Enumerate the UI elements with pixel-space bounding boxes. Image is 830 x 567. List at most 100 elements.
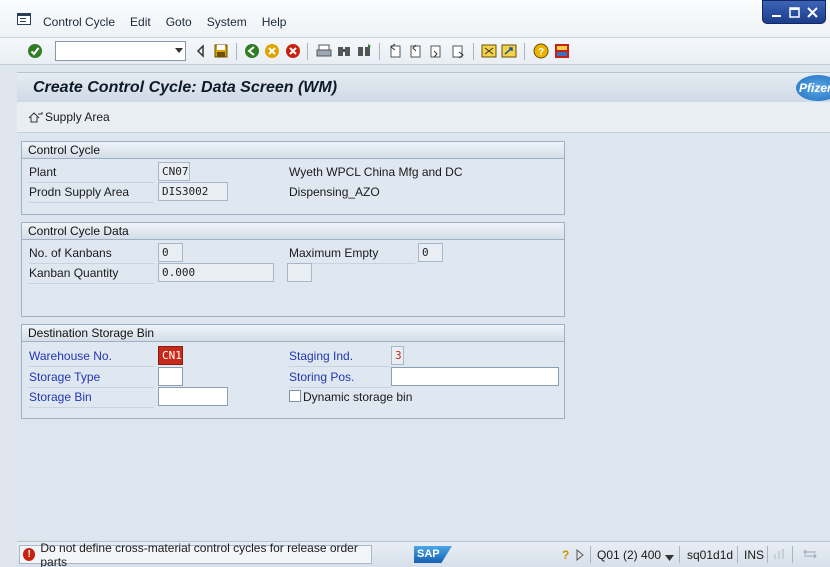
- window-controls: [762, 0, 826, 24]
- status-separator: [679, 546, 680, 563]
- create-session-icon[interactable]: [481, 43, 497, 59]
- sap-logo: SAP: [414, 546, 452, 563]
- label-underline: [289, 387, 391, 388]
- status-separator: [792, 546, 793, 563]
- label-underline: [29, 263, 154, 264]
- main-content: Control Cycle Plant CN07 Wyeth WPCL Chin…: [17, 133, 830, 541]
- standard-toolbar: ?: [0, 38, 830, 65]
- last-page-icon[interactable]: [450, 43, 466, 59]
- shortcut-icon[interactable]: [501, 43, 517, 59]
- label-underline: [29, 283, 154, 284]
- label-underline: [29, 202, 154, 203]
- menu-system[interactable]: System: [207, 15, 247, 29]
- save-icon[interactable]: [213, 43, 229, 59]
- toolbar-separator: [379, 43, 380, 60]
- status-message-box[interactable]: ! Do not define cross-material control c…: [19, 541, 372, 567]
- close-icon[interactable]: [805, 5, 820, 20]
- control-cycle-data-header: Control Cycle Data: [22, 223, 564, 240]
- max-empty-field[interactable]: 0: [418, 243, 443, 262]
- menu-help[interactable]: Help: [262, 15, 287, 29]
- help-icon[interactable]: ?: [533, 43, 549, 59]
- toolbar-separator: [524, 43, 525, 60]
- warehouse-no-field[interactable]: CN1: [158, 346, 183, 365]
- status-bar: ! Do not define cross-material control c…: [17, 541, 830, 567]
- storage-type-field[interactable]: [158, 367, 183, 386]
- customize-layout-icon[interactable]: [554, 43, 570, 59]
- plant-field[interactable]: CN07: [158, 162, 190, 181]
- chevron-down-icon[interactable]: [175, 48, 183, 53]
- dynamic-storage-bin-label: Dynamic storage bin: [303, 390, 413, 404]
- kanban-qty-label: Kanban Quantity: [29, 266, 119, 280]
- back-icon[interactable]: [193, 43, 209, 59]
- enter-icon[interactable]: [27, 43, 43, 59]
- destination-storage-bin-header: Destination Storage Bin: [22, 325, 564, 342]
- toolbar-separator: [307, 43, 308, 60]
- plant-description: Wyeth WPCL China Mfg and DC: [289, 165, 463, 179]
- label-underline: [29, 182, 154, 183]
- supply-area-label: Supply Area: [45, 110, 110, 124]
- menu-edit[interactable]: Edit: [130, 15, 151, 29]
- svg-text:?: ?: [538, 47, 544, 58]
- storing-pos-label: Storing Pos.: [289, 370, 355, 384]
- status-separator: [737, 546, 738, 563]
- menu-bar: Control Cycle Edit Goto System Help: [0, 0, 830, 38]
- page-title: Create Control Cycle: Data Screen (WM): [33, 79, 338, 96]
- cancel-icon[interactable]: [285, 43, 301, 59]
- status-message: Do not define cross-material control cyc…: [40, 540, 358, 567]
- num-kanbans-label: No. of Kanbans: [29, 246, 112, 260]
- control-cycle-data-group: Control Cycle Data No. of Kanbans 0 Maxi…: [21, 222, 565, 317]
- find-next-icon[interactable]: [356, 43, 372, 59]
- error-icon: !: [23, 548, 36, 561]
- next-page-icon[interactable]: [428, 43, 444, 59]
- menu-goto[interactable]: Goto: [166, 15, 192, 29]
- status-separator: [767, 546, 768, 563]
- staging-ind-field[interactable]: 3: [391, 346, 404, 365]
- storage-bin-label: Storage Bin: [29, 390, 92, 404]
- staging-ind-label: Staging Ind.: [289, 349, 354, 363]
- previous-page-icon[interactable]: [408, 43, 424, 59]
- supply-area-button[interactable]: Supply Area: [27, 110, 110, 124]
- unit-field[interactable]: [287, 263, 312, 282]
- print-icon[interactable]: [316, 43, 332, 59]
- application-toolbar: Supply Area: [17, 102, 830, 133]
- back-nav-icon[interactable]: [244, 43, 260, 59]
- scroll-icon[interactable]: [803, 548, 817, 563]
- destination-storage-bin-group: Destination Storage Bin Warehouse No. CN…: [21, 324, 565, 419]
- minimize-icon[interactable]: [769, 5, 784, 20]
- label-underline: [29, 407, 154, 408]
- system-info: Q01 (2) 400: [597, 548, 662, 562]
- first-page-icon[interactable]: [388, 43, 404, 59]
- prodn-supply-area-description: Dispensing_AZO: [289, 185, 380, 199]
- max-empty-label: Maximum Empty: [289, 246, 379, 260]
- plant-label: Plant: [29, 165, 57, 179]
- status-help-icon[interactable]: ?: [562, 548, 572, 564]
- storage-bin-field[interactable]: [158, 387, 228, 406]
- server-info: sq01d1d: [687, 548, 734, 562]
- system-dropdown-icon[interactable]: [665, 550, 674, 564]
- toolbar-separator: [473, 43, 474, 60]
- label-underline: [29, 366, 154, 367]
- prodn-supply-area-label: Prodn Supply Area: [29, 185, 130, 199]
- title-bar: Create Control Cycle: Data Screen (WM) P…: [17, 72, 830, 102]
- menu-items: Control Cycle Edit Goto System Help: [43, 15, 301, 29]
- system-menu-icon[interactable]: [17, 13, 31, 25]
- storing-pos-field[interactable]: [391, 367, 559, 386]
- network-icon: [773, 548, 785, 563]
- num-kanbans-field[interactable]: 0: [158, 243, 183, 262]
- maximize-icon[interactable]: [787, 5, 802, 20]
- status-separator: [590, 546, 591, 563]
- company-logo: Pfizer: [796, 75, 830, 101]
- label-underline: [289, 366, 391, 367]
- label-underline: [29, 387, 154, 388]
- control-cycle-header: Control Cycle: [22, 142, 564, 159]
- supply-area-icon: [28, 112, 43, 123]
- exit-icon[interactable]: [264, 43, 280, 59]
- insert-mode: INS: [744, 548, 765, 562]
- prodn-supply-area-field[interactable]: DIS3002: [158, 182, 228, 201]
- menu-control-cycle[interactable]: Control Cycle: [43, 15, 115, 29]
- dynamic-storage-bin-checkbox[interactable]: [289, 390, 301, 402]
- find-icon[interactable]: [336, 43, 352, 59]
- status-toggle-icon[interactable]: [575, 548, 585, 564]
- command-field[interactable]: [55, 41, 186, 61]
- kanban-qty-field[interactable]: 0.000: [158, 263, 274, 282]
